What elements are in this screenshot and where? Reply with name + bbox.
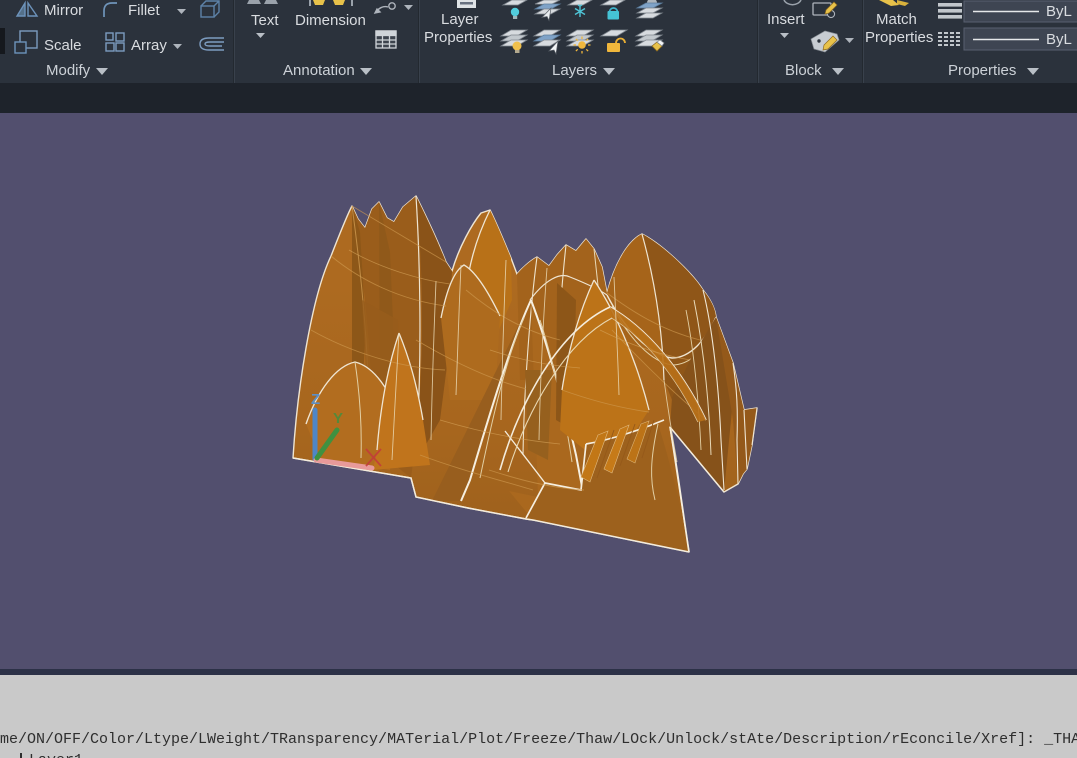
svg-text:Z: Z bbox=[311, 391, 320, 408]
svg-text:Y: Y bbox=[333, 410, 343, 427]
